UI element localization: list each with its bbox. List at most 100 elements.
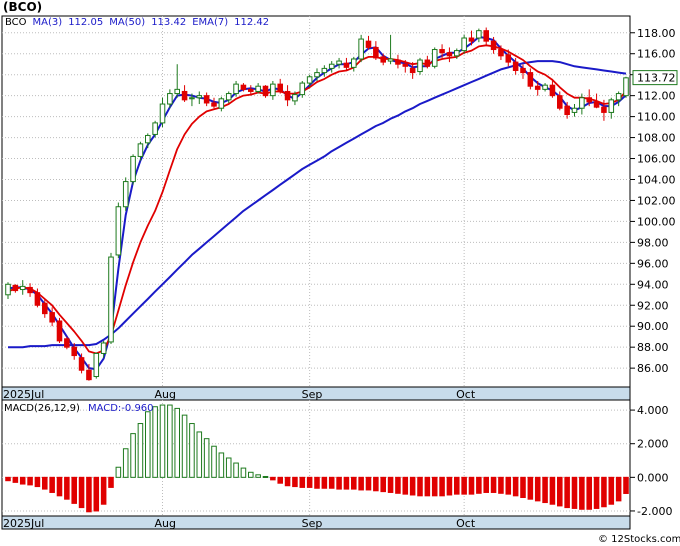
macd-bar [12,476,19,483]
macd-bar [167,404,173,478]
candle-body [343,62,350,68]
candle-body [527,72,534,87]
macd-bar [19,476,26,485]
macd-bar [520,476,526,499]
price-tick-label: 92.00 [637,299,669,312]
candle-body [608,99,615,113]
macd-bar [152,406,158,478]
macd-bar [211,445,217,478]
macd-bar [262,475,269,478]
macd-bar [461,476,467,495]
macd-bar [395,476,401,494]
candle-body [5,283,11,296]
macd-bar [137,423,144,478]
macd-bar [159,404,166,478]
macd-bar [579,476,585,510]
candle-body [137,143,144,157]
macd-bar [78,476,85,509]
candle-body [424,59,431,67]
candle-body [270,83,276,97]
candle-body [498,49,504,57]
macd-bar [248,471,254,478]
candle-body [615,93,622,101]
candle-body [593,101,600,108]
watermark: © 12Stocks.com [598,534,680,545]
macd-bar [189,423,195,478]
candle-body [262,85,269,97]
candle-body [542,84,548,90]
candle-body [100,342,107,354]
candle-body [336,60,342,65]
macd-bar [86,476,92,513]
candle-body [358,38,364,60]
stock-chart: 86.00 88.00 90.00 92.00 94.00 96.00 98.00 100.0… [0,0,680,546]
candle-body [417,59,423,73]
legend-entry: MA(3) [33,17,63,28]
macd-bar [571,476,578,509]
candle-body [571,107,578,113]
macd-bar [380,476,386,493]
candle-body [557,95,563,109]
price-tick-label: 110.00 [637,111,676,124]
candle-body [86,369,92,381]
candle-body [314,72,320,78]
macd-bar [505,476,512,495]
candle-body [196,95,203,99]
macd-bar [343,476,350,490]
x-axis-label: Sep [302,517,323,530]
macd-bar [446,476,453,496]
macd-bar [225,457,232,478]
candle-body [402,63,409,67]
candle-body [365,40,372,48]
price-tick-label: 108.00 [637,132,676,145]
macd-bar [64,476,70,500]
legend-entry: 112.05 [68,17,103,28]
macd-bar [196,431,203,478]
x-axis-label: Oct [456,517,476,530]
macd-bar [145,411,151,478]
price-tick-label: 88.00 [637,341,669,354]
candle-body [380,56,386,63]
macd-bar [27,476,33,486]
candle-body [78,357,85,371]
candle-body [115,206,122,256]
macd-bar [270,476,276,481]
candle-body [145,134,151,144]
macd-bar [321,476,328,489]
macd-bar [557,476,563,507]
candle-body [292,94,298,102]
candle-body [174,88,180,95]
price-tick-label: 118.00 [637,27,676,40]
macd-bar [351,476,357,490]
candle-body [130,155,136,183]
candle-body [439,49,445,54]
candle-body [512,61,519,71]
candle-body [505,54,512,63]
candle-body [321,67,328,74]
candle-body [277,83,283,92]
candle-body [159,103,166,124]
macd-bar [34,476,41,488]
macd-bar [49,476,55,493]
candle-body [387,58,394,62]
macd-bar [174,407,180,478]
macd-tick-label: 2.000 [637,438,669,451]
candle-body [255,85,261,92]
macd-bar [512,476,519,497]
price-tick-label: 100.00 [637,215,676,228]
candle-body [490,40,497,51]
macd-bar [93,476,100,512]
x-axis-label: Aug [155,517,176,530]
price-tick-label: 102.00 [637,194,676,207]
candle-body [306,76,313,84]
x-axis-label: Sep [302,388,323,401]
candle-body [483,30,489,42]
macd-bar [387,476,394,493]
candle-body [446,52,453,57]
macd-bar [130,433,136,478]
legend-entry: 112.42 [234,17,269,28]
legend-entry: MA(50) [109,17,145,28]
macd-bar [240,467,247,478]
candle-body [167,93,173,105]
macd-bar [402,476,409,495]
